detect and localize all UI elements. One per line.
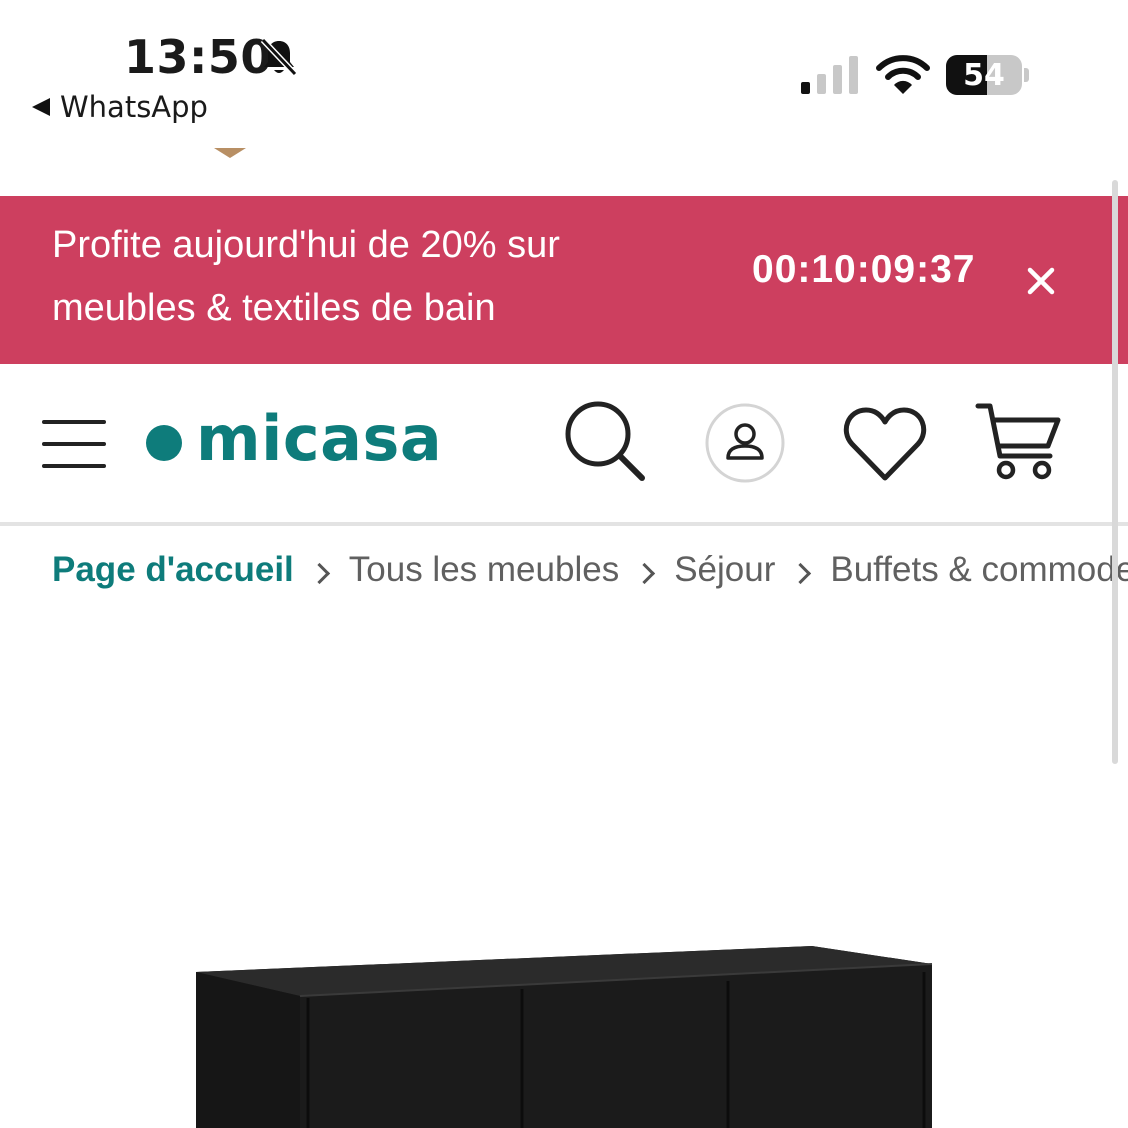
- logo-text: micasa: [196, 402, 443, 475]
- wifi-icon: [876, 55, 930, 94]
- back-to-app-button[interactable]: WhatsApp: [32, 90, 208, 124]
- breadcrumb-link-sideboards[interactable]: Buffets & commodes: [830, 550, 1128, 590]
- search-icon[interactable]: [562, 400, 652, 486]
- product-image[interactable]: [0, 600, 1128, 1128]
- account-icon[interactable]: [704, 402, 786, 484]
- cart-icon[interactable]: [974, 400, 1062, 484]
- cellular-signal-icon: [801, 56, 858, 94]
- menu-icon[interactable]: [42, 420, 106, 468]
- breadcrumb-link-all-furniture[interactable]: Tous les meubles: [349, 550, 619, 590]
- breadcrumb: Page d'accueil Tous les meubles Séjour B…: [52, 550, 1128, 590]
- promo-countdown: 00:10:09:37: [752, 248, 976, 291]
- battery-icon: 54: [946, 55, 1022, 95]
- promo-line-1: Profite aujourd'hui de 20% sur: [52, 224, 560, 266]
- back-app-label: WhatsApp: [60, 90, 208, 124]
- micasa-logo[interactable]: micasa: [146, 402, 442, 475]
- chevron-right-icon: [634, 562, 656, 584]
- partial-image-fragment: [214, 148, 246, 158]
- status-time: 13:50: [124, 30, 273, 84]
- promo-text: Profite aujourd'hui de 20% sur meubles &…: [52, 214, 652, 340]
- logo-dot: [146, 424, 182, 461]
- heart-icon[interactable]: [842, 404, 928, 484]
- site-header: micasa: [0, 364, 1128, 526]
- promo-banner[interactable]: Profite aujourd'hui de 20% sur meubles &…: [0, 196, 1128, 364]
- status-bar: 13:50 WhatsApp 54: [0, 0, 1128, 158]
- breadcrumb-link-living-room[interactable]: Séjour: [674, 550, 775, 590]
- chevron-right-icon: [308, 562, 330, 584]
- battery-percent: 54: [963, 58, 1005, 93]
- close-icon[interactable]: [1022, 262, 1060, 300]
- back-arrow-icon: [32, 98, 50, 116]
- chevron-right-icon: [790, 562, 812, 584]
- breadcrumb-home-link[interactable]: Page d'accueil: [52, 550, 294, 590]
- battery-cap: [1024, 68, 1029, 82]
- promo-line-2: meubles & textiles de bain: [52, 287, 496, 329]
- bell-slash-icon: [260, 37, 298, 77]
